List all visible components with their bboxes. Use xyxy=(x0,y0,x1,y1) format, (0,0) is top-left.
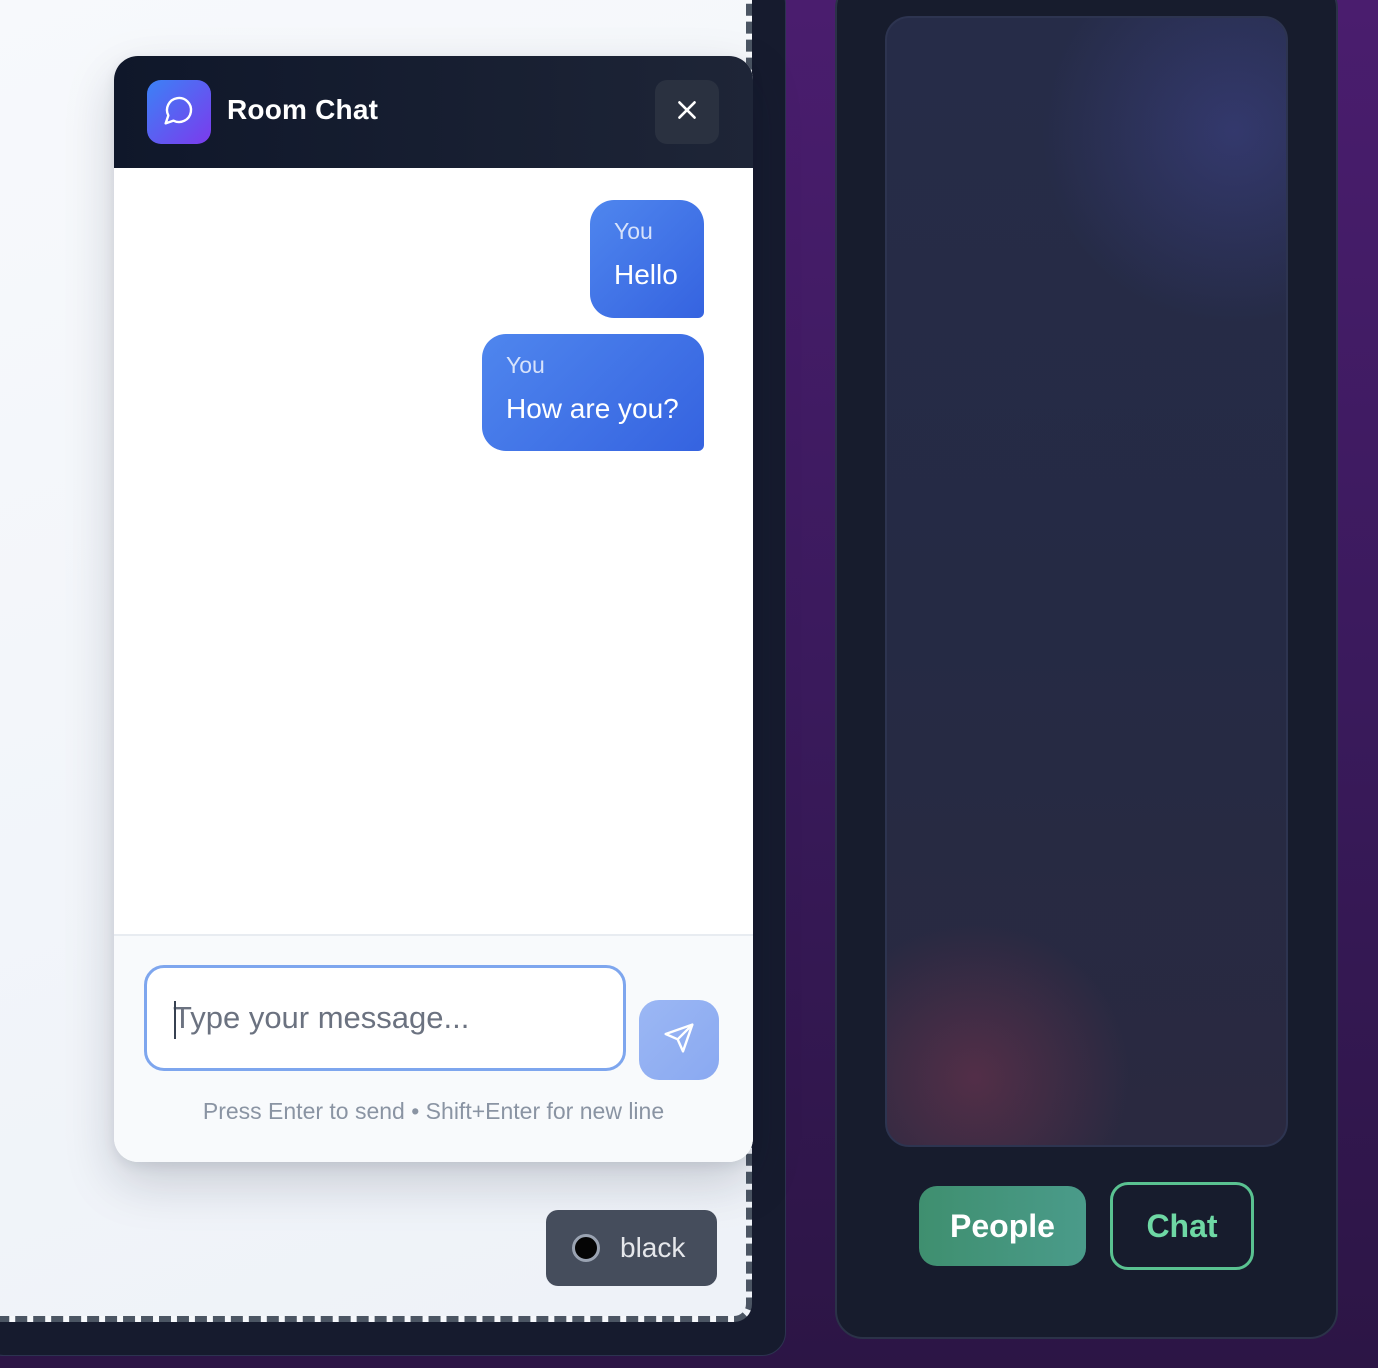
send-icon xyxy=(663,1022,695,1059)
message-text: Hello xyxy=(614,259,678,290)
color-swatch xyxy=(572,1234,600,1262)
message-list[interactable]: You Hello You How are you? xyxy=(114,168,753,934)
message-sender: You xyxy=(614,218,653,244)
color-label: black xyxy=(620,1232,686,1263)
message-text: How are you? xyxy=(506,393,679,424)
video-tile xyxy=(885,16,1288,1147)
close-icon xyxy=(674,97,700,128)
message-composer: Press Enter to send • Shift+Enter for ne… xyxy=(114,934,753,1162)
text-caret xyxy=(174,1001,176,1039)
message-sender: You xyxy=(506,352,545,378)
chat-logo xyxy=(147,80,211,144)
message-bubble: You How are you? xyxy=(482,334,704,451)
message-input-wrapper[interactable] xyxy=(144,965,626,1071)
message-input[interactable] xyxy=(147,968,623,1068)
tab-chat[interactable]: Chat xyxy=(1110,1182,1254,1270)
tab-people[interactable]: People xyxy=(919,1186,1086,1266)
chat-bubble-icon xyxy=(163,94,195,131)
chat-header: Room Chat xyxy=(114,56,753,168)
close-button[interactable] xyxy=(655,80,719,144)
message-bubble: You Hello xyxy=(590,200,704,318)
keyboard-hint: Press Enter to send • Shift+Enter for ne… xyxy=(202,1098,665,1124)
send-button[interactable] xyxy=(639,1000,719,1080)
chat-title: Room Chat xyxy=(227,94,379,125)
chat-panel: Room Chat You Hello You How are you? Typ… xyxy=(114,56,753,1162)
color-picker-button[interactable]: black xyxy=(546,1210,717,1286)
